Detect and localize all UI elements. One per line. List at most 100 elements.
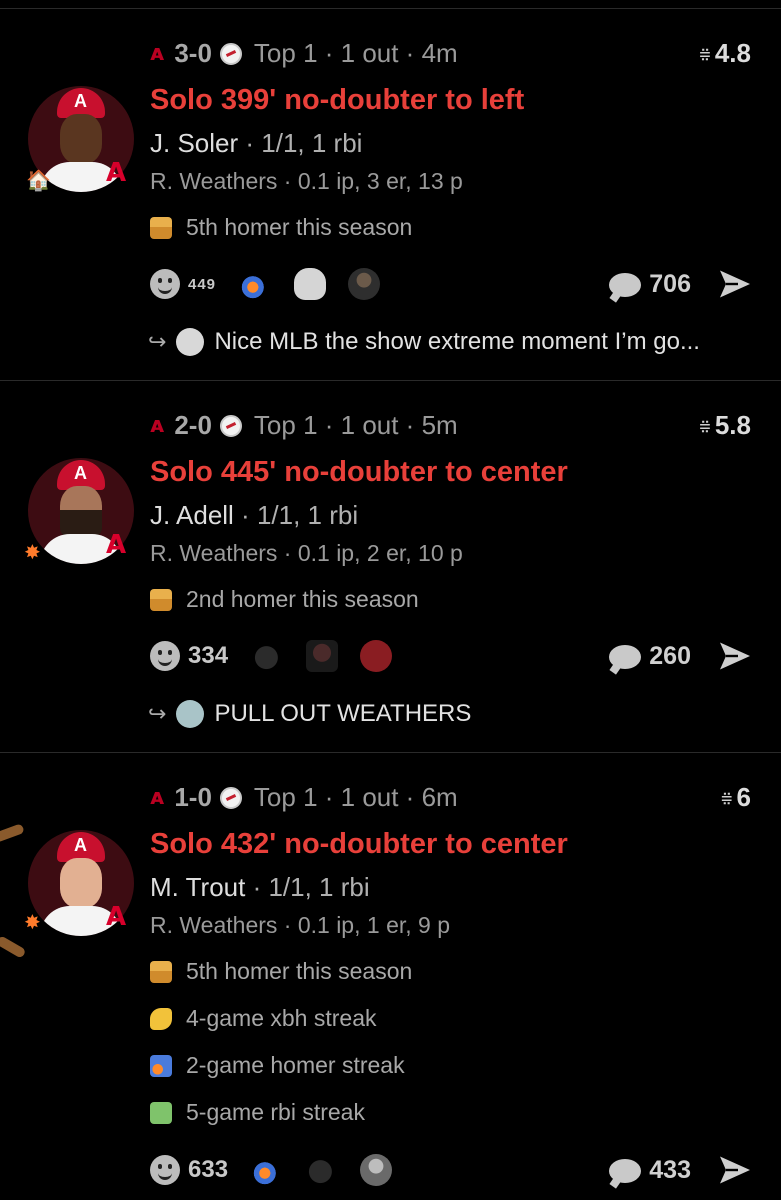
batter-line[interactable]: J. Adell · 1/1, 1 rbi (150, 500, 358, 531)
comments-button[interactable]: 260 (609, 642, 691, 671)
money-icon (150, 1101, 172, 1124)
exit-value: ⩷ 6 (721, 782, 751, 813)
batter-line[interactable]: J. Soler · 1/1, 1 rbi (150, 128, 362, 159)
bomb-emoji[interactable] (306, 1154, 339, 1186)
skull-emoji[interactable] (294, 268, 327, 300)
reply-arrow-icon: ↪ (148, 329, 167, 355)
card-divider (0, 752, 781, 753)
reply-avatar (176, 328, 205, 356)
comments-button[interactable]: 706 (609, 270, 691, 299)
comment-bubble-icon (609, 1158, 642, 1183)
note-text: 4-game xbh streak (186, 1005, 377, 1031)
trajectory-icon: ⩷ (699, 414, 711, 436)
exit-value: ⩷ 4.8 (699, 38, 751, 69)
house-icon (150, 960, 172, 983)
play-meta: ᴀ 2-0 Top 1 · 1 out · 5m (150, 410, 458, 441)
batter-name[interactable]: J. Soler (150, 128, 238, 158)
share-icon[interactable] (717, 638, 753, 674)
add-reaction-icon[interactable] (150, 1155, 180, 1185)
person-emoji[interactable] (348, 268, 381, 300)
yankees-logo-icon (219, 414, 242, 437)
reply-arrow-icon: ↪ (148, 701, 167, 727)
person-emoji[interactable] (360, 1154, 393, 1186)
comment-bubble-icon (609, 272, 642, 297)
note-row: 2-game homer streak (150, 1052, 405, 1079)
reactions-bar: 633 (150, 1154, 414, 1186)
add-reaction-icon[interactable] (150, 269, 180, 299)
batter-stat: 1/1, 1 rbi (268, 872, 370, 902)
comment-bubble-icon (609, 644, 642, 669)
share-icon[interactable] (717, 266, 753, 302)
batter-name[interactable]: M. Trout (150, 872, 245, 902)
reply-text: PULL OUT WEATHERS (214, 700, 472, 727)
score: 1-0 (174, 782, 212, 812)
face (60, 858, 102, 908)
score: 2-0 (174, 410, 212, 440)
angels-logo-icon: ᴀ (150, 413, 165, 438)
exit-value-number: 4.8 (714, 38, 751, 68)
reaction-count[interactable]: 633 (188, 1156, 228, 1184)
reaction-count[interactable]: 449 (188, 276, 216, 293)
batter-line[interactable]: M. Trout · 1/1, 1 rbi (150, 872, 370, 903)
bat-decoration-icon (0, 935, 27, 959)
bat-decoration-icon (0, 823, 25, 843)
inning-time: Top 1 · 1 out · 6m (253, 782, 458, 812)
comment-count: 433 (649, 1156, 691, 1184)
inning-time: Top 1 · 1 out · 4m (253, 38, 458, 68)
house-icon: 🏠 (26, 168, 51, 192)
note-row: 4-game xbh streak (150, 1005, 376, 1032)
comments-button[interactable]: 433 (609, 1156, 691, 1185)
angels-logo-icon: ᴀ (150, 785, 165, 810)
reactions-bar: 334 (150, 640, 414, 672)
score: 3-0 (174, 38, 212, 68)
exit-value: ⩷ 5.8 (699, 410, 751, 441)
card-divider (0, 380, 781, 381)
add-reaction-icon[interactable] (150, 641, 180, 671)
note-text: 5-game rbi streak (186, 1099, 365, 1125)
note-text: 5th homer this season (186, 214, 413, 240)
reactions-bar: 449 (150, 268, 402, 300)
bomb-emoji[interactable] (252, 640, 285, 672)
top-reply[interactable]: ↪ Nice MLB the show extreme moment I’m g… (148, 328, 700, 356)
collision-icon: ✸ (24, 910, 41, 934)
person-emoji[interactable] (306, 640, 339, 672)
rocket-emoji[interactable] (252, 1154, 285, 1186)
reply-avatar (176, 700, 205, 728)
yankees-logo-icon (219, 786, 242, 809)
trajectory-icon: ⩷ (699, 42, 711, 64)
note-text: 5th homer this season (186, 958, 413, 984)
pitcher-line: R. Weathers · 0.1 ip, 2 er, 10 p (150, 540, 463, 566)
reply-text: Nice MLB the show extreme moment I’m go.… (214, 328, 700, 355)
note-row: 5-game rbi streak (150, 1099, 365, 1126)
angels-team-icon: A (106, 530, 127, 560)
note-text: 2nd homer this season (186, 586, 419, 612)
comment-count: 260 (649, 642, 691, 670)
red-circle-emoji[interactable] (360, 640, 393, 672)
reaction-count[interactable]: 334 (188, 642, 228, 670)
exit-value-number: 5.8 (714, 410, 751, 440)
house-icon (150, 588, 172, 611)
top-divider (0, 8, 781, 9)
batter-name[interactable]: J. Adell (150, 500, 234, 530)
pitcher-line: R. Weathers · 0.1 ip, 3 er, 13 p (150, 168, 463, 194)
yankees-logo-icon (219, 42, 242, 65)
exit-value-number: 6 (736, 782, 751, 812)
batter-stat: 1/1, 1 rbi (261, 128, 363, 158)
angels-logo-icon: ᴀ (150, 41, 165, 66)
play-meta: ᴀ 1-0 Top 1 · 1 out · 6m (150, 782, 458, 813)
batter-stat: 1/1, 1 rbi (256, 500, 359, 530)
play-title[interactable]: Solo 399' no-doubter to left (150, 84, 524, 117)
share-icon[interactable] (717, 1152, 753, 1188)
pitcher-line: R. Weathers · 0.1 ip, 1 er, 9 p (150, 912, 450, 938)
note-row: 5th homer this season (150, 958, 412, 985)
play-title[interactable]: Solo 445' no-doubter to center (150, 456, 568, 489)
rocket-emoji[interactable] (240, 268, 273, 300)
top-reply[interactable]: ↪ PULL OUT WEATHERS (148, 700, 471, 728)
note-row: 5th homer this season (150, 214, 412, 241)
play-title[interactable]: Solo 432' no-doubter to center (150, 828, 568, 861)
play-meta: ᴀ 3-0 Top 1 · 1 out · 4m (150, 38, 458, 69)
angels-team-icon: A (106, 902, 127, 932)
rocket-icon (150, 1054, 172, 1077)
note-text: 2-game homer streak (186, 1052, 405, 1078)
comment-count: 706 (649, 270, 691, 298)
